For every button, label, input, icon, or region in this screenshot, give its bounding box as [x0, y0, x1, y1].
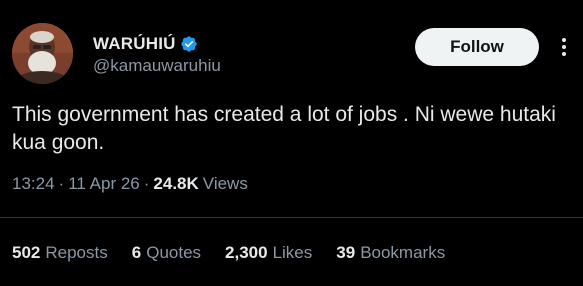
- avatar[interactable]: [12, 23, 73, 84]
- display-name[interactable]: WARÚHIÚ: [93, 34, 176, 54]
- stat-label: Reposts: [45, 243, 108, 262]
- tweet-date[interactable]: 11 Apr 26: [68, 174, 140, 194]
- meta-separator: ·: [58, 174, 65, 193]
- stat-bookmarks[interactable]: 39 Bookmarks: [336, 243, 445, 263]
- tweet-text: This government has created a lot of job…: [12, 103, 556, 154]
- stat-label: Quotes: [146, 243, 202, 262]
- stat-count: 502: [12, 243, 41, 262]
- meta-separator: ·: [143, 174, 150, 193]
- stat-count: 2,300: [225, 243, 268, 262]
- stat-quotes[interactable]: 6 Quotes: [132, 243, 201, 263]
- divider: [0, 217, 583, 218]
- stat-label: Likes: [272, 243, 313, 262]
- engagement-stats: 502 Reposts 6 Quotes 2,300 Likes 39 Book…: [12, 243, 445, 263]
- more-dots-icon[interactable]: [553, 36, 575, 58]
- avatar-portrait-icon: [12, 23, 73, 84]
- views-count: 24.8K: [153, 174, 199, 193]
- tweet-meta: 13:24 · 11 Apr 26 · 24.8K Views: [12, 174, 248, 194]
- author-handle[interactable]: @kamauwaruhiu: [93, 56, 221, 76]
- stat-count: 39: [336, 243, 356, 262]
- follow-button[interactable]: Follow: [415, 28, 539, 66]
- author-name-row[interactable]: WARÚHIÚ: [93, 33, 198, 55]
- verified-badge-icon: [180, 36, 197, 52]
- stat-likes[interactable]: 2,300 Likes: [225, 243, 312, 263]
- tweet-time[interactable]: 13:24: [12, 174, 55, 194]
- stat-reposts[interactable]: 502 Reposts: [12, 243, 108, 263]
- stat-count: 6: [131, 243, 142, 262]
- views-label: Views: [202, 174, 248, 193]
- stat-label: Bookmarks: [360, 243, 446, 262]
